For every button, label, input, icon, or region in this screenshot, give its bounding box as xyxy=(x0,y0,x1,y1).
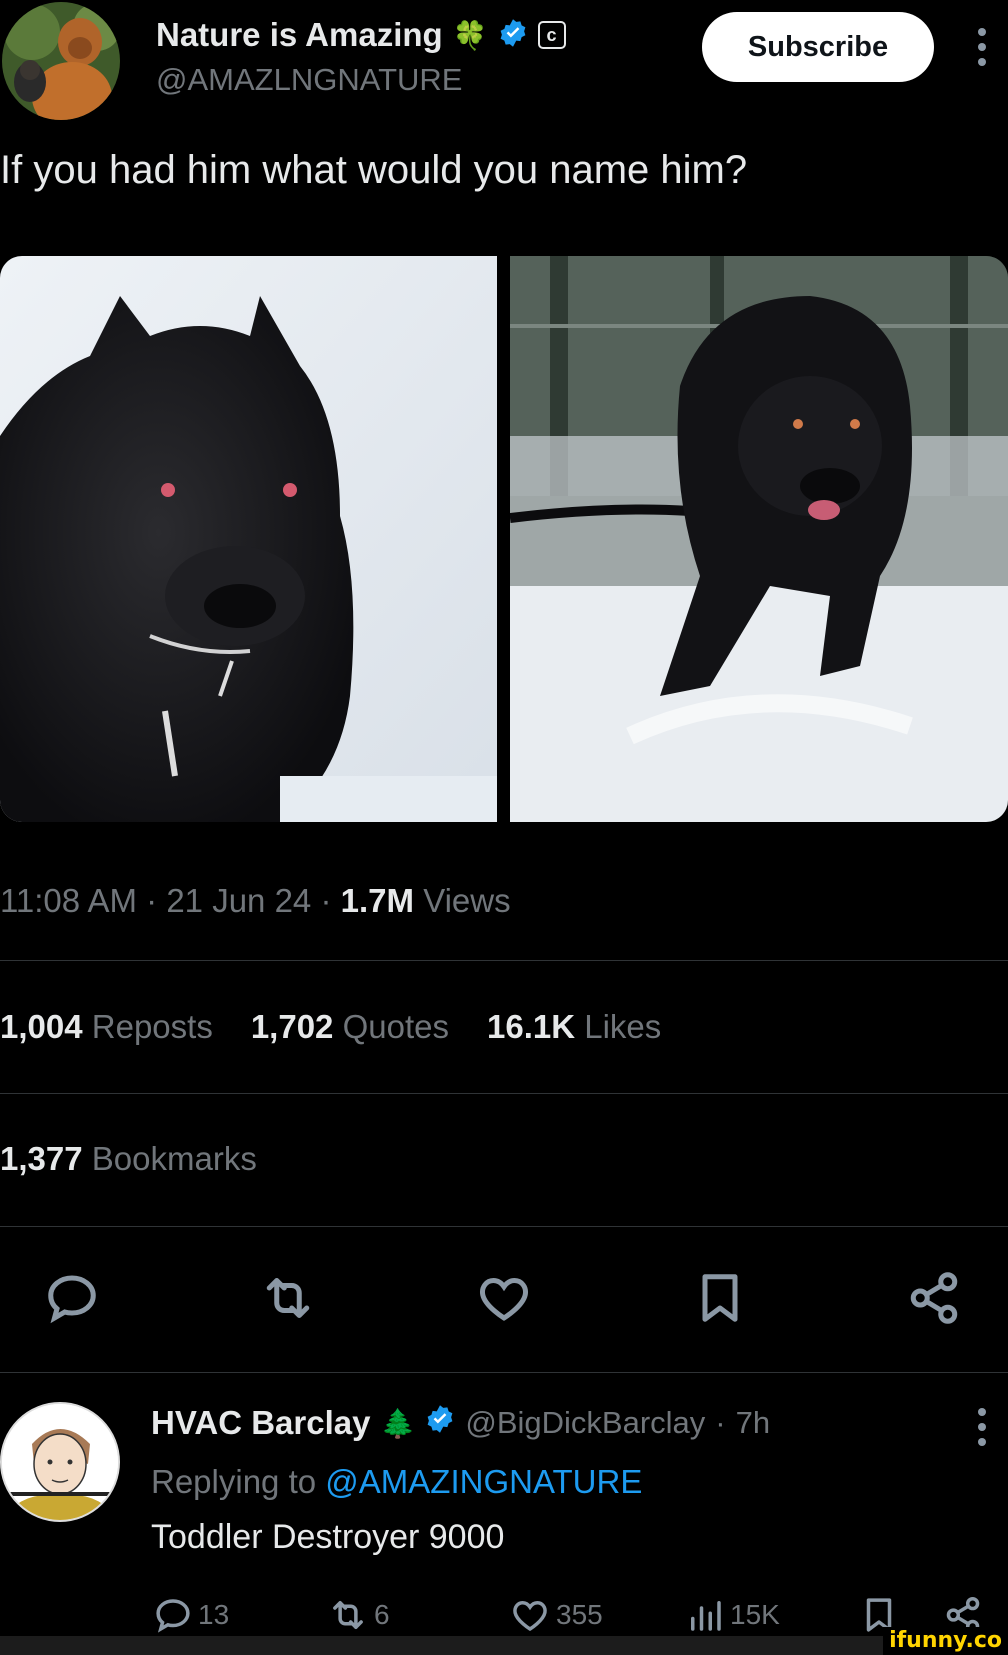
divider xyxy=(0,1093,1008,1094)
views-count: 1.7M xyxy=(340,882,415,919)
engagement-stats: 1,004 Reposts 1,702 Quotes 16.1K Likes xyxy=(0,1008,661,1046)
views-label: Views xyxy=(423,882,511,919)
reply-reposts-action[interactable]: 6 xyxy=(326,1594,390,1636)
tree-emoji: 🌲 xyxy=(380,1407,416,1439)
reply-icon xyxy=(156,1599,190,1633)
like-icon[interactable] xyxy=(474,1268,534,1328)
reply-text: Toddler Destroyer 9000 xyxy=(151,1518,505,1556)
orangutan-avatar-image xyxy=(2,2,120,120)
repost-icon[interactable] xyxy=(256,1268,320,1328)
bookmarks-stat[interactable]: 1,377 Bookmarks xyxy=(0,1140,257,1178)
divider xyxy=(0,1226,1008,1227)
reply-views-action[interactable]: 15K xyxy=(684,1594,780,1636)
bottom-strip xyxy=(0,1636,1008,1655)
reply-likes-action[interactable]: 355 xyxy=(508,1594,603,1636)
post-text: If you had him what would you name him? xyxy=(0,148,748,192)
clover-emoji: 🍀 xyxy=(452,19,488,51)
post-meta: 11:08 AM · 21 Jun 24 · 1.7M Views xyxy=(0,882,511,919)
reposts-stat[interactable]: 1,004 Reposts xyxy=(0,1008,213,1046)
reply-likes-count: 355 xyxy=(556,1599,603,1630)
divider xyxy=(0,1372,1008,1373)
bookmark-icon[interactable] xyxy=(690,1268,750,1328)
reply-author-name[interactable]: HVAC Barclay xyxy=(151,1404,370,1442)
dog-closeup-image xyxy=(0,256,497,822)
reply-reposts-count: 6 xyxy=(374,1599,390,1630)
subscribe-button[interactable]: Subscribe xyxy=(702,12,934,82)
reply-author-handle[interactable]: @BigDickBarclay xyxy=(465,1405,705,1441)
replying-to-handle[interactable]: @AMAZINGNATURE xyxy=(325,1463,642,1500)
share-icon[interactable] xyxy=(904,1268,964,1328)
post-image-1[interactable] xyxy=(0,256,497,822)
ifunny-watermark: ifunny.co xyxy=(883,1627,1008,1655)
reply-views-count: 15K xyxy=(730,1599,780,1630)
post-date[interactable]: 21 Jun 24 xyxy=(166,882,311,919)
post-time[interactable]: 11:08 AM xyxy=(0,882,137,919)
repost-icon xyxy=(333,1601,363,1629)
author-handle[interactable]: @AMAZLNGNATURE xyxy=(156,62,462,98)
reply-icon[interactable] xyxy=(42,1268,102,1328)
verified-badge-icon xyxy=(498,18,528,53)
verified-badge-icon xyxy=(425,1404,455,1442)
replying-to: Replying to @AMAZINGNATURE xyxy=(151,1463,642,1501)
replying-to-label: Replying to xyxy=(151,1463,317,1500)
divider xyxy=(0,960,1008,961)
wojak-avatar-image xyxy=(2,1404,118,1520)
likes-stat[interactable]: 16.1K Likes xyxy=(487,1008,661,1046)
more-options-icon[interactable] xyxy=(976,28,988,66)
quotes-stat[interactable]: 1,702 Quotes xyxy=(251,1008,449,1046)
author-avatar[interactable] xyxy=(2,2,120,120)
post-image-2[interactable] xyxy=(510,256,1008,822)
reply-replies-action[interactable]: 13 xyxy=(152,1594,229,1636)
like-icon xyxy=(513,1600,547,1632)
reply-more-options-icon[interactable] xyxy=(976,1408,988,1446)
views-icon xyxy=(691,1601,721,1631)
dog-jumping-image xyxy=(510,256,1008,822)
reply-time: 7h xyxy=(735,1405,771,1440)
reply-avatar[interactable] xyxy=(0,1402,120,1522)
reply-replies-count: 13 xyxy=(198,1599,230,1630)
affiliate-badge-icon: c xyxy=(537,21,566,49)
author-name[interactable]: Nature is Amazing xyxy=(156,16,443,54)
